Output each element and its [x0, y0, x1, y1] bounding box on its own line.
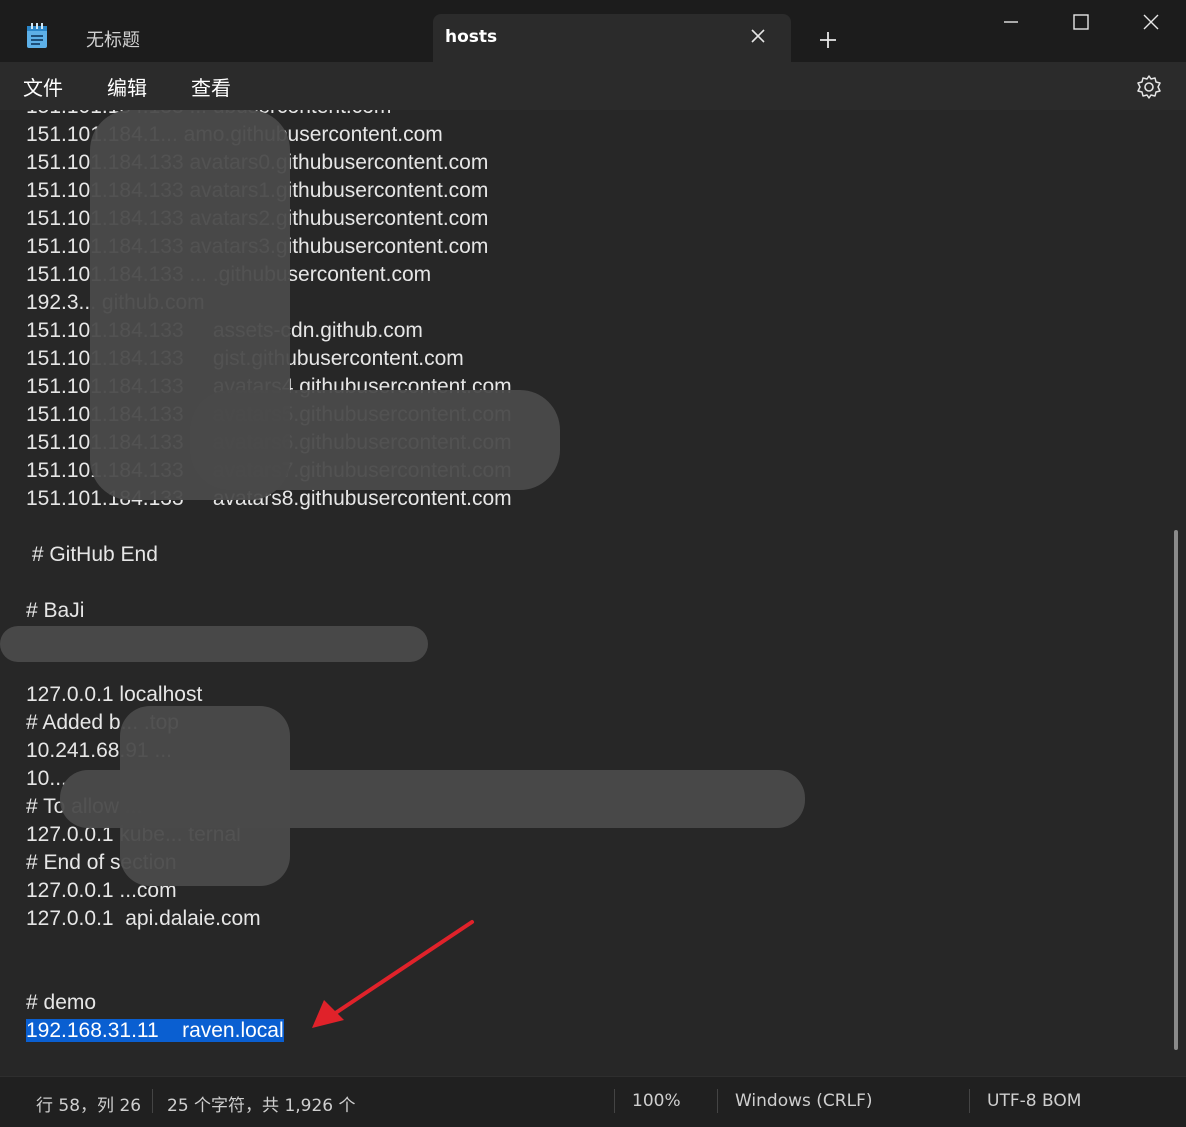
text-selection: 192.168.31.11 raven.local	[26, 1019, 284, 1042]
menu-view[interactable]: 查看	[191, 72, 231, 101]
encoding[interactable]: UTF-8 BOM	[987, 1091, 1081, 1111]
redaction-block	[0, 626, 428, 662]
status-divider	[152, 1089, 153, 1113]
redaction-block	[190, 390, 560, 490]
text-editor[interactable]: 151.101.184.133 ... ubusercontent.com151…	[0, 110, 1186, 1076]
status-divider	[717, 1089, 718, 1113]
settings-gear-icon[interactable]	[1136, 74, 1162, 100]
text-line: # BaJi	[26, 599, 85, 622]
notepad-icon	[26, 23, 48, 49]
title-bar: 无标题 hosts	[0, 0, 1186, 62]
status-bar: 行 58，列 26 25 个字符，共 1,926 个 100% Windows …	[0, 1076, 1186, 1127]
line-ending[interactable]: Windows (CRLF)	[735, 1091, 873, 1111]
maximize-icon[interactable]	[1046, 0, 1116, 44]
status-divider	[614, 1089, 615, 1113]
tab-label: 无标题	[86, 30, 140, 51]
character-count: 25 个字符，共 1,926 个	[167, 1096, 356, 1116]
tab-hosts[interactable]: hosts	[433, 14, 791, 62]
tab-label: hosts	[445, 27, 498, 47]
annotation-arrow-icon	[312, 920, 474, 1028]
close-window-icon[interactable]	[1116, 0, 1186, 44]
status-divider	[969, 1089, 970, 1113]
cursor-position: 行 58，列 26	[36, 1096, 142, 1116]
minimize-icon[interactable]	[976, 0, 1046, 44]
close-tab-icon[interactable]	[747, 25, 769, 47]
text-line	[26, 569, 512, 597]
text-line: 127.0.0.1 localhost	[26, 683, 203, 706]
text-line: # GitHub End	[26, 543, 158, 566]
redaction-block	[60, 770, 805, 828]
zoom-level[interactable]: 100%	[632, 1091, 681, 1111]
new-tab-icon[interactable]	[814, 26, 842, 54]
vertical-scrollbar[interactable]	[1174, 530, 1178, 1050]
text-line	[26, 513, 512, 541]
tab-untitled[interactable]: 无标题	[70, 14, 426, 62]
menu-file[interactable]: 文件	[23, 72, 63, 101]
menu-edit[interactable]: 编辑	[107, 72, 147, 101]
menu-bar: 文件 编辑 查看	[0, 62, 1186, 110]
